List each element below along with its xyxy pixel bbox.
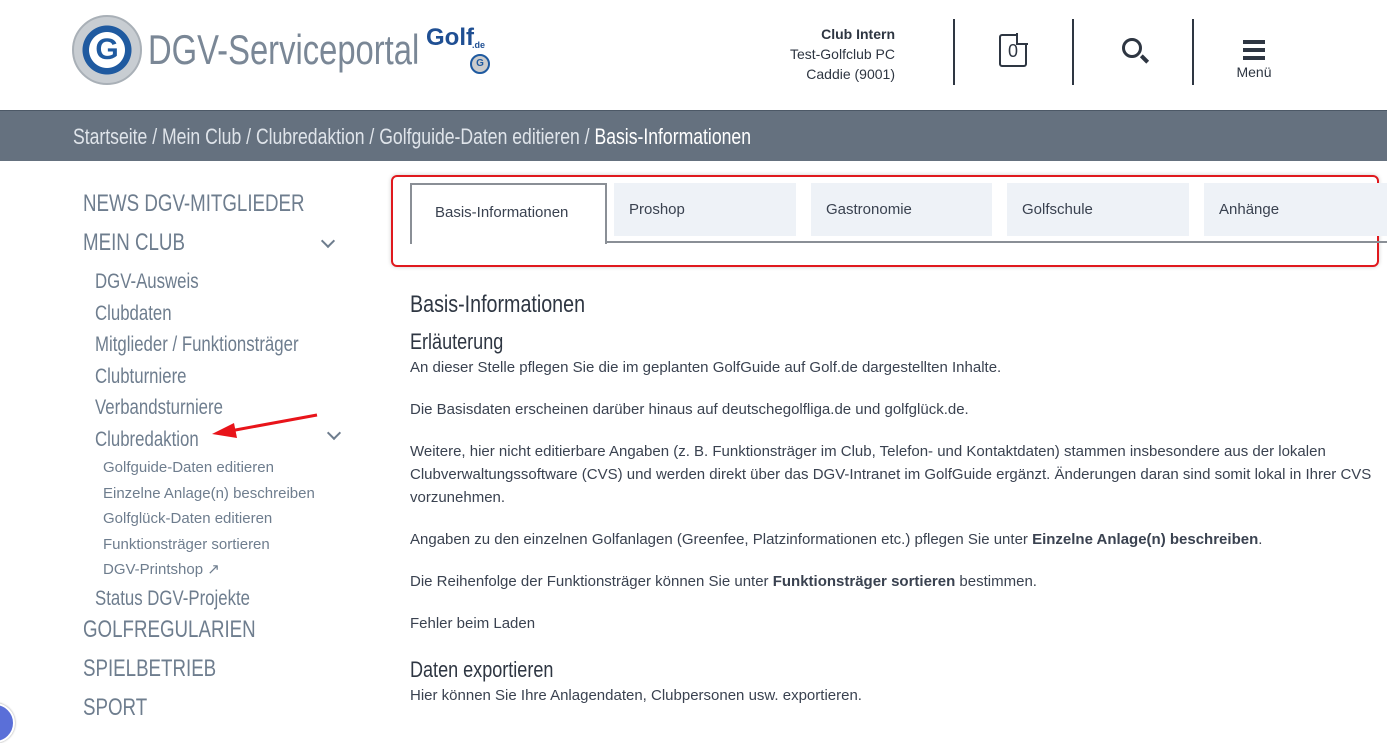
printshop-label: DGV-Printshop — [103, 561, 204, 578]
sidebar: NEWS DGV-MITGLIEDER MEIN CLUB DGV-Auswei… — [83, 188, 367, 731]
chat-bubble-button[interactable] — [0, 703, 15, 743]
search-icon[interactable] — [1122, 38, 1142, 58]
golf-de-logo[interactable]: Golf .de G — [422, 24, 494, 76]
divider — [953, 19, 955, 85]
sidebar-item[interactable]: Clubturniere — [83, 361, 310, 393]
breadcrumb-link[interactable]: Mein Club — [162, 124, 241, 149]
section-heading: Daten exportieren — [410, 657, 554, 682]
user-club: Test-Golfclub PC — [789, 46, 895, 62]
sidebar-section[interactable]: SPORT — [83, 692, 305, 731]
tab-underline — [606, 241, 1387, 243]
sidebar-section[interactable]: SPIELBETRIEB — [83, 653, 305, 692]
menu-button[interactable]: Menü — [1234, 40, 1274, 82]
red-arrow-annotation — [212, 413, 318, 438]
text: bestimmen. — [955, 573, 1037, 590]
text: Angaben zu den einzelnen Golfanlagen (Gr… — [410, 531, 1033, 548]
link-funktionstraeger[interactable]: Funktionsträger sortieren — [773, 573, 956, 590]
dgv-logo[interactable]: G — [72, 15, 142, 85]
error-message: Fehler beim Laden — [410, 615, 536, 632]
link-einzelne-anlagen[interactable]: Einzelne Anlage(n) beschreiben — [1032, 531, 1258, 548]
breadcrumb: Startseite / Mein Club / Clubredaktion /… — [0, 110, 1387, 161]
sidebar-item[interactable]: Mitglieder / Funktionsträger — [83, 329, 310, 361]
cart-icon[interactable]: 0 — [999, 33, 1028, 67]
tab-anhaenge[interactable]: Anhänge — [1204, 183, 1387, 236]
chevron-down-icon[interactable] — [326, 425, 342, 441]
site-header: G DGV-Serviceportal Golf .de G Club Intern… — [0, 0, 1387, 110]
section-heading: Erläuterung — [410, 329, 504, 354]
sidebar-item[interactable]: DGV-Ausweis — [83, 266, 310, 298]
sidebar-item-mein-club[interactable]: MEIN CLUB — [83, 227, 305, 266]
paragraph: An dieser Stelle pflegen Sie die im gepl… — [410, 359, 1002, 376]
user-title: Club Intern — [821, 26, 895, 42]
divider — [1072, 19, 1074, 85]
menu-label: Menü — [1236, 64, 1272, 80]
text: . — [1258, 531, 1263, 548]
paragraph: Hier können Sie Ihre Anlagendaten, Clubp… — [410, 687, 862, 704]
sidebar-subitem[interactable]: Golfguide-Daten editieren — [83, 455, 367, 481]
sidebar-item[interactable]: Clubdaten — [83, 298, 310, 330]
breadcrumb-link[interactable]: Golfguide-Daten editieren — [379, 124, 580, 149]
hamburger-icon — [1243, 40, 1265, 44]
paragraph: Weitere, hier nicht editierbare Angaben … — [410, 443, 1372, 506]
page-title: Basis-Informationen — [410, 291, 586, 318]
paragraph: Die Reihenfolge der Funktionsträger könn… — [410, 570, 1385, 593]
paragraph: Die Basisdaten erscheinen darüber hinaus… — [410, 401, 969, 418]
sidebar-subitem-printshop[interactable]: DGV-Printshop ↗ — [83, 557, 367, 583]
brand-title[interactable]: DGV-Serviceportal — [148, 26, 419, 74]
user-info: Club Intern Test-Golfclub PC Caddie (900… — [790, 24, 895, 84]
sidebar-subitem[interactable]: Golfglück-Daten editieren — [83, 506, 367, 532]
divider — [1192, 19, 1194, 85]
sidebar-subitem[interactable]: Funktionsträger sortieren — [83, 532, 367, 558]
sidebar-item-status[interactable]: Status DGV-Projekte — [83, 583, 310, 615]
paragraph: Angaben zu den einzelnen Golfanlagen (Gr… — [410, 528, 1385, 551]
sidebar-subitem[interactable]: Einzelne Anlage(n) beschreiben — [83, 481, 367, 507]
tab-basis-informationen[interactable]: Basis-Informationen — [410, 183, 607, 244]
sidebar-item-news[interactable]: NEWS DGV-MITGLIEDER — [83, 188, 305, 227]
breadcrumb-link[interactable]: Startseite — [73, 124, 147, 149]
external-link-icon: ↗ — [207, 561, 220, 578]
breadcrumb-current: Basis-Informationen — [594, 124, 751, 149]
tab-golfschule[interactable]: Golfschule — [1007, 183, 1189, 236]
sidebar-section[interactable]: GOLFREGULARIEN — [83, 614, 305, 653]
breadcrumb-link[interactable]: Clubredaktion — [256, 124, 365, 149]
chevron-down-icon[interactable] — [320, 233, 336, 249]
tab-gastronomie[interactable]: Gastronomie — [811, 183, 992, 236]
text: Die Reihenfolge der Funktionsträger könn… — [410, 573, 773, 590]
tab-proshop[interactable]: Proshop — [614, 183, 796, 236]
main-content: Basis-Informationen Erläuterung An diese… — [410, 290, 1385, 726]
user-role: Caddie (9001) — [806, 66, 895, 82]
